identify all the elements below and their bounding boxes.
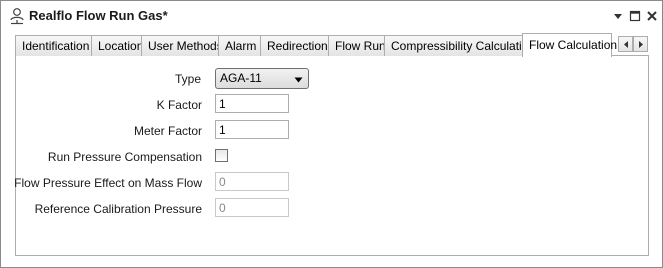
tab-strip: Identification Location User Methods Ala… (15, 33, 649, 57)
chevron-down-icon[interactable] (611, 9, 625, 23)
reference-calibration-pressure-label: Reference Calibration Pressure (34, 202, 202, 216)
tab-location[interactable]: Location (91, 35, 143, 56)
run-pressure-compensation-checkbox[interactable] (215, 149, 228, 162)
chevron-right-icon (639, 41, 643, 48)
tab-identification[interactable]: Identification (15, 35, 92, 56)
maximize-icon[interactable] (628, 9, 642, 23)
type-select[interactable]: AGA-11 (215, 68, 309, 89)
tab-compressibility-calculation[interactable]: Compressibility Calculation (384, 35, 535, 56)
window-title: Realflo Flow Run Gas* (29, 8, 168, 23)
chevron-left-icon (624, 41, 628, 48)
tab-alarm[interactable]: Alarm (218, 35, 261, 56)
meter-factor-label: Meter Factor (133, 124, 202, 138)
flow-pressure-effect-input[interactable] (215, 172, 289, 191)
meter-factor-input[interactable] (215, 120, 289, 139)
chevron-down-icon (294, 77, 303, 83)
title-bar: Realflo Flow Run Gas* (1, 1, 662, 31)
flow-pressure-effect-label: Flow Pressure Effect on Mass Flow (14, 176, 202, 190)
reference-calibration-pressure-input[interactable] (215, 198, 289, 217)
type-select-value: AGA-11 (220, 71, 262, 85)
tab-user-methods[interactable]: User Methods (141, 35, 223, 56)
close-icon[interactable] (645, 9, 659, 23)
tab-scroll-left-button[interactable] (618, 36, 633, 52)
type-label: Type (174, 72, 201, 86)
tab-flow-calculation[interactable]: Flow Calculation (522, 33, 617, 57)
user-network-icon (10, 8, 24, 25)
k-factor-label: K Factor (156, 98, 202, 112)
tab-scroll-right-button[interactable] (633, 36, 648, 52)
k-factor-input[interactable] (215, 94, 289, 113)
app-window: Realflo Flow Run Gas* Identification Loc… (0, 0, 663, 268)
tab-flow-run[interactable]: Flow Run (328, 35, 386, 56)
tab-redirection[interactable]: Redirection (260, 35, 329, 56)
run-pressure-compensation-label: Run Pressure Compensation (47, 150, 202, 164)
